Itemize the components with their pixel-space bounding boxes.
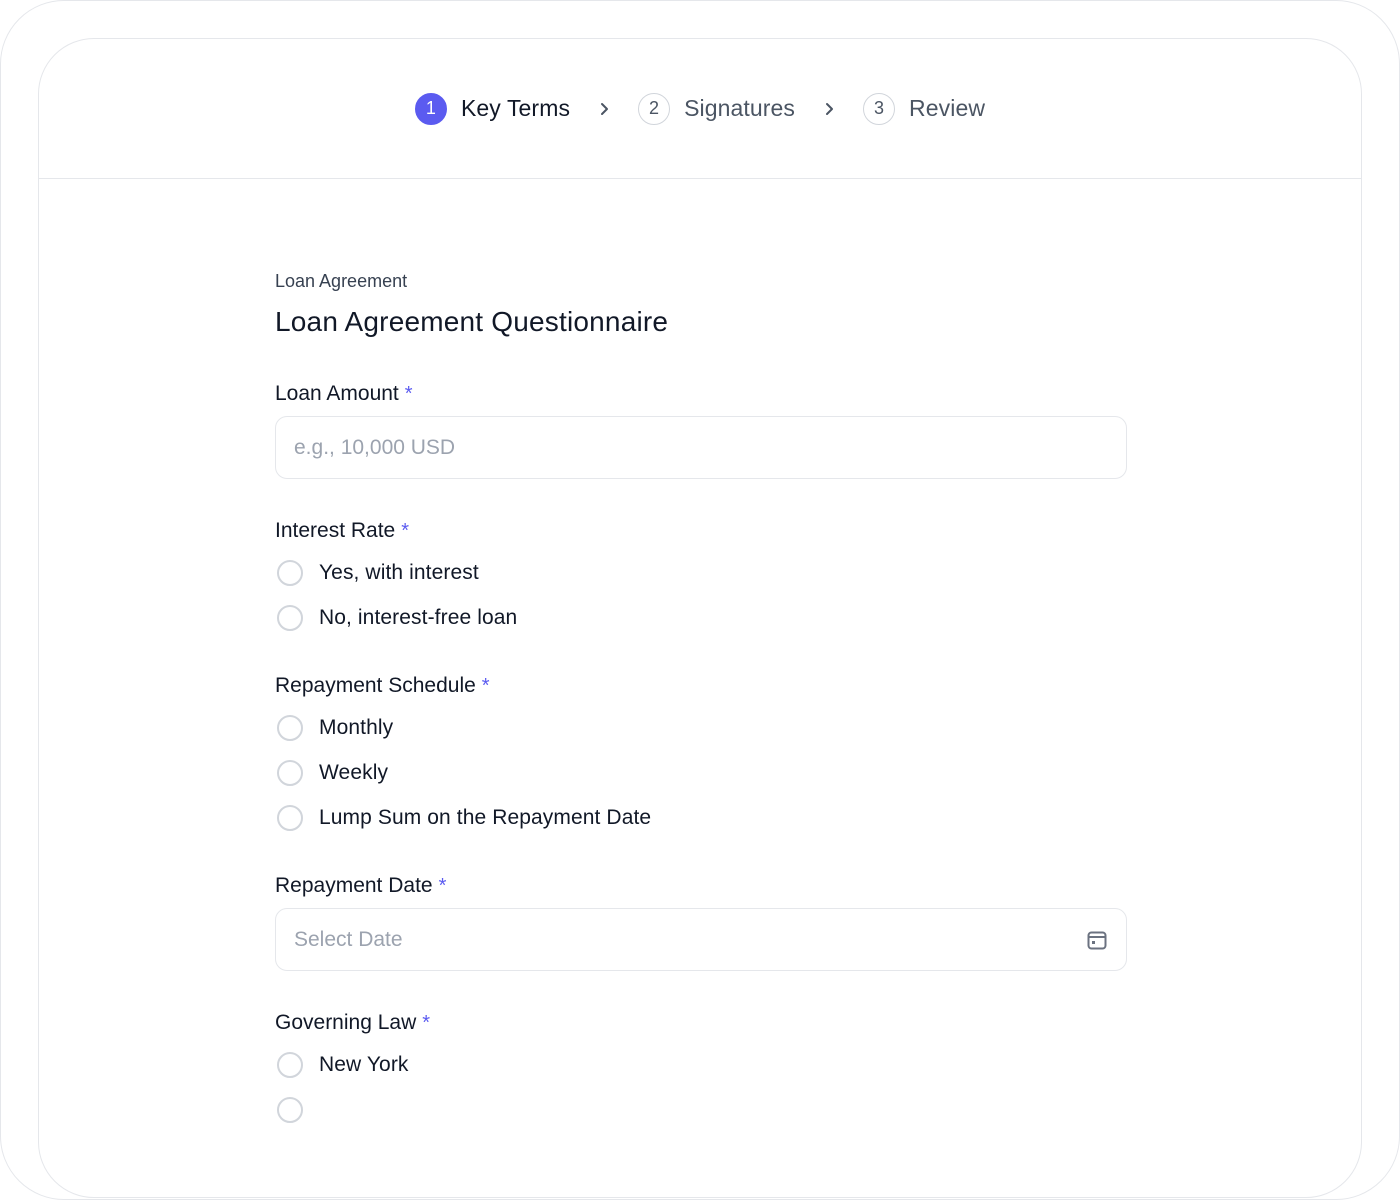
step-number: 1 [414,92,447,125]
required-marker: * [422,1011,431,1034]
radio-button[interactable] [277,759,303,786]
radio-option-lump-sum[interactable]: Lump Sum on the Repayment Date [275,795,1127,840]
radio-option-with-interest[interactable]: Yes, with interest [275,550,1127,595]
interest-rate-label: Interest Rate * [275,519,1127,543]
repayment-date-input[interactable]: Select Date [275,908,1127,971]
radio-button[interactable] [277,559,303,586]
step-label: Signatures [684,95,796,121]
input-placeholder: e.g., 10,000 USD [294,435,456,459]
label-text: Interest Rate [275,519,396,542]
calendar-icon[interactable] [1086,929,1108,951]
radio-option-interest-free[interactable]: No, interest-free loan [275,595,1127,640]
radio-label: Lump Sum on the Repayment Date [319,805,652,829]
label-text: Repayment Date [275,874,433,897]
stepper-bar: 1 Key Terms 2 Signatures 3 Review [39,39,1361,179]
radio-option-monthly[interactable]: Monthly [275,705,1127,750]
chevron-right-icon [570,101,638,117]
repayment-schedule-label: Repayment Schedule * [275,674,1127,698]
loan-amount-input[interactable]: e.g., 10,000 USD [275,416,1127,479]
radio-label: Weekly [319,760,389,784]
step-signatures[interactable]: 2 Signatures [638,92,796,125]
questionnaire-form: Loan Agreement Loan Agreement Questionna… [275,271,1127,1132]
radio-button[interactable] [277,804,303,831]
form-title: Loan Agreement Questionnaire [275,306,669,337]
step-number: 2 [638,92,671,125]
governing-law-field: Governing Law * New York [275,1011,1127,1132]
repayment-schedule-options: Monthly Weekly Lump Sum on the Repayment… [275,705,1127,840]
step-label: Review [909,95,986,121]
radio-button[interactable] [277,714,303,741]
radio-button[interactable] [277,1051,303,1078]
radio-label: New York [319,1052,409,1076]
input-placeholder: Select Date [294,927,403,951]
loan-amount-label: Loan Amount * [275,382,1127,406]
required-marker: * [401,519,410,542]
governing-law-label: Governing Law * [275,1011,1127,1035]
app-window: 1 Key Terms 2 Signatures 3 Review Loan A… [38,38,1362,1198]
interest-rate-options: Yes, with interest No, interest-free loa… [275,550,1127,640]
radio-option-new-york[interactable]: New York [275,1042,1127,1087]
governing-law-options: New York [275,1042,1127,1132]
chevron-right-icon [795,101,863,117]
radio-label: Yes, with interest [319,560,479,584]
form-eyebrow: Loan Agreement [275,271,408,291]
label-text: Governing Law [275,1011,417,1034]
radio-button[interactable] [277,1096,303,1123]
required-marker: * [404,382,413,405]
label-text: Repayment Schedule [275,674,476,697]
radio-option-next[interactable] [275,1087,1127,1132]
step-number: 3 [863,92,896,125]
radio-label: Monthly [319,715,394,739]
label-text: Loan Amount [275,382,399,405]
repayment-date-field: Repayment Date * Select Date [275,874,1127,971]
repayment-schedule-field: Repayment Schedule * Monthly Weekly Lump… [275,674,1127,840]
step-review[interactable]: 3 Review [863,92,986,125]
radio-option-weekly[interactable]: Weekly [275,750,1127,795]
interest-rate-field: Interest Rate * Yes, with interest No, i… [275,519,1127,640]
step-label: Key Terms [460,95,571,121]
radio-label: No, interest-free loan [319,605,518,629]
radio-button[interactable] [277,604,303,631]
step-key-terms[interactable]: 1 Key Terms [414,92,571,125]
stepper: 1 Key Terms 2 Signatures 3 Review [414,92,986,125]
repayment-date-label: Repayment Date * [275,874,1127,898]
loan-amount-field: Loan Amount * e.g., 10,000 USD [275,382,1127,479]
required-marker: * [438,874,447,897]
required-marker: * [481,674,490,697]
